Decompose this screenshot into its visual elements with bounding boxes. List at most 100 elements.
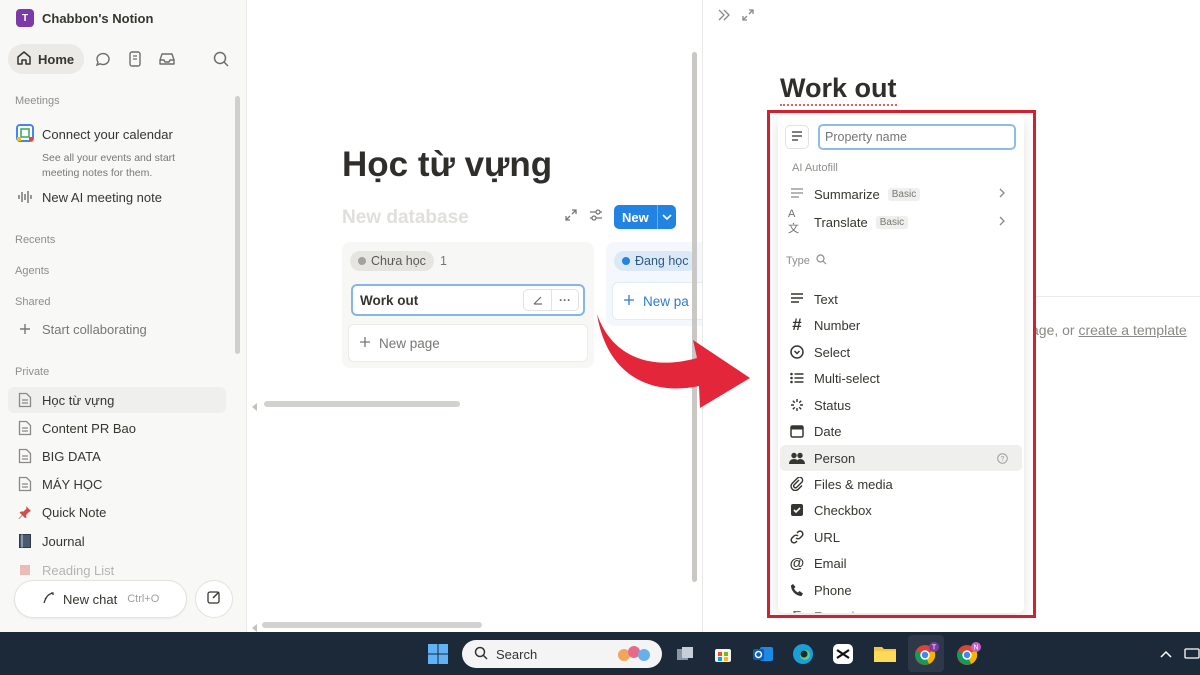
sidebar-item-big-data[interactable]: BIG DATA — [8, 443, 226, 469]
type-option-select[interactable]: Select — [780, 339, 1022, 365]
file-explorer-icon[interactable] — [870, 635, 900, 672]
type-option-text[interactable]: Text — [780, 286, 1022, 312]
new-ai-meeting-note[interactable]: New AI meeting note — [8, 184, 226, 210]
home-icon — [16, 50, 32, 69]
status-label: Chưa học — [371, 254, 426, 268]
create-template-link[interactable]: create a template — [1078, 322, 1186, 338]
page-title[interactable]: Học từ vựng — [342, 145, 552, 185]
outlook-icon[interactable] — [748, 635, 778, 672]
type-label: Status — [814, 397, 851, 413]
more-icon[interactable]: ··· — [551, 290, 578, 310]
type-label: Type — [786, 255, 810, 267]
search-icon[interactable] — [816, 254, 827, 268]
type-option-phone[interactable]: Phone — [780, 577, 1022, 603]
highlight-box: AI Autofill Summarize Basic A文 Translate… — [767, 110, 1036, 618]
sidebar-nav: Home — [8, 44, 180, 74]
chat-icon[interactable] — [90, 46, 116, 72]
status-badge[interactable]: Đang học — [614, 251, 697, 271]
database-toolbar: New — [564, 205, 676, 229]
taskbar-search[interactable]: Search — [462, 640, 662, 668]
template-hint: age, or create a template — [1031, 322, 1187, 338]
search-icon[interactable] — [208, 46, 234, 72]
meeting-notes-icon[interactable] — [122, 46, 148, 72]
status-badge[interactable]: Chưa học — [350, 251, 434, 271]
divider — [1033, 296, 1200, 297]
chevron-right-icon — [998, 187, 1006, 202]
tray-chevron-up-icon[interactable] — [1156, 635, 1176, 672]
new-page-button[interactable]: New page — [348, 324, 588, 362]
type-option-formula[interactable]: Σ Formula — [780, 603, 1022, 614]
select-icon — [788, 343, 806, 361]
option-label: Translate — [814, 214, 868, 230]
type-option-files-and-media[interactable]: Files & media — [780, 471, 1022, 497]
type-option-checkbox[interactable]: Checkbox — [780, 497, 1022, 523]
pushpin-icon — [16, 503, 34, 521]
edit-icon[interactable] — [524, 290, 551, 310]
home-label: Home — [38, 51, 75, 67]
scroll-left-icon[interactable] — [251, 620, 259, 632]
windows-start-icon[interactable] — [420, 635, 456, 672]
property-type-button[interactable] — [785, 125, 809, 149]
calendar-description: See all your events and start meeting no… — [42, 152, 176, 179]
ai-translate-option[interactable]: A文 Translate Basic — [780, 208, 1022, 235]
property-name-input[interactable] — [818, 124, 1016, 150]
scroll-left-icon[interactable] — [251, 399, 259, 417]
sidebar-scrollbar[interactable] — [235, 96, 240, 354]
task-view-icon[interactable] — [670, 635, 700, 672]
url-icon — [788, 528, 806, 546]
workspace-logo: T — [16, 9, 34, 27]
agents-heading[interactable]: Agents — [15, 265, 49, 277]
book-icon — [16, 561, 34, 579]
windows-taskbar: Search T N — [0, 632, 1200, 675]
new-chat-button[interactable]: New chat Ctrl+O — [14, 580, 187, 618]
sliders-icon[interactable] — [588, 208, 604, 227]
new-entry-button[interactable]: New — [614, 205, 676, 229]
type-option-person[interactable]: Person? — [780, 445, 1022, 471]
home-button[interactable]: Home — [8, 44, 85, 74]
board-horizontal-scrollbar[interactable] — [264, 401, 460, 407]
help-icon[interactable]: ? — [997, 452, 1008, 467]
expand-icon[interactable] — [564, 208, 578, 227]
notebook-icon — [16, 532, 34, 550]
chevron-down-icon[interactable] — [658, 213, 676, 221]
sidebar-item-content-pr[interactable]: Content PR Bao — [8, 415, 226, 441]
ai-summarize-option[interactable]: Summarize Basic — [780, 181, 1022, 207]
peek-page-title[interactable]: Work out — [780, 72, 897, 106]
type-option-date[interactable]: Date — [780, 418, 1022, 444]
annotation-arrow — [597, 314, 750, 408]
recents-heading[interactable]: Recents — [15, 234, 55, 246]
sidebar-item-journal[interactable]: Journal — [8, 528, 226, 554]
new-chat-shortcut: Ctrl+O — [127, 593, 160, 605]
database-title[interactable]: New database — [342, 207, 469, 229]
type-option-url[interactable]: URL — [780, 524, 1022, 550]
chrome-profile-t-icon[interactable]: T — [908, 635, 944, 672]
type-label: Person — [814, 450, 856, 466]
chrome-profile-n-icon[interactable]: N — [950, 635, 986, 672]
open-full-page-icon[interactable] — [741, 8, 755, 27]
shared-heading[interactable]: Shared — [15, 296, 50, 308]
type-label: Multi-select — [814, 370, 880, 386]
page-horizontal-scrollbar[interactable] — [262, 622, 482, 628]
sidebar-item-may-hoc[interactable]: MÁY HỌC — [8, 471, 226, 497]
compose-button[interactable] — [195, 580, 233, 618]
plus-icon — [16, 320, 34, 338]
board-card-work-out[interactable]: Work out ··· — [351, 284, 585, 316]
type-option-email[interactable]: @ Email — [780, 550, 1022, 576]
edge-icon[interactable] — [788, 635, 818, 672]
sidebar-item-quick-note[interactable]: Quick Note — [8, 499, 226, 525]
capcut-icon[interactable] — [828, 635, 858, 672]
type-option-status[interactable]: Status — [780, 392, 1022, 418]
option-label: Summarize — [814, 186, 880, 202]
start-collaborating[interactable]: Start collaborating — [8, 316, 226, 342]
workspace-switcher[interactable]: T Chabbon's Notion — [16, 8, 153, 28]
store-icon[interactable] — [708, 635, 738, 672]
type-option-multi-select[interactable]: Multi-select — [780, 365, 1022, 391]
workspace-name: Chabbon's Notion — [42, 10, 154, 26]
close-peek-icon[interactable] — [717, 8, 731, 27]
sidebar-item-hoc-tu-vung[interactable]: Học từ vựng — [8, 387, 226, 413]
inbox-icon[interactable] — [154, 46, 180, 72]
connect-calendar[interactable]: Connect your calendar See all your event… — [16, 124, 236, 181]
type-option-number[interactable]: # Number — [780, 312, 1022, 338]
page-icon — [16, 391, 34, 409]
network-icon[interactable] — [1184, 635, 1200, 672]
